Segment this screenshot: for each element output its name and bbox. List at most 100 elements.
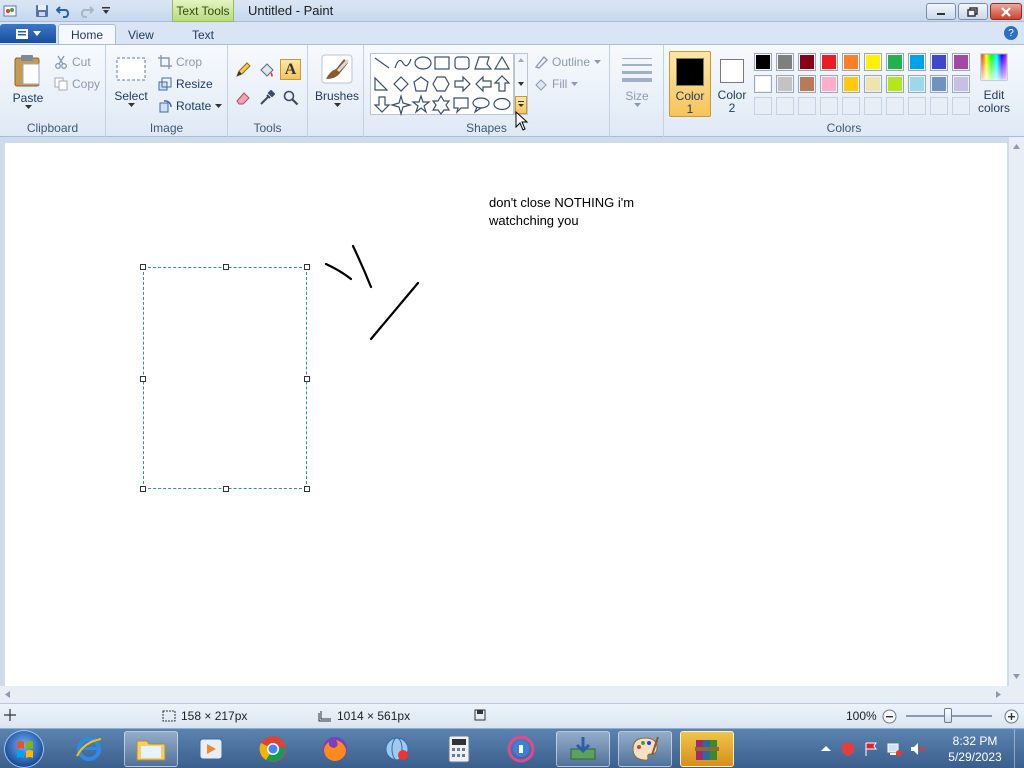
custom-color-swatch[interactable]	[842, 97, 860, 115]
color-swatch[interactable]	[952, 75, 970, 93]
scroll-up-icon[interactable]	[1013, 144, 1020, 149]
save-icon[interactable]	[34, 3, 50, 19]
crop-button[interactable]: Crop	[158, 53, 202, 71]
select-button[interactable]: Select	[112, 55, 150, 108]
undo-icon[interactable]	[56, 3, 72, 19]
tab-view[interactable]: View	[116, 24, 166, 45]
custom-color-swatch[interactable]	[820, 97, 838, 115]
color1-button[interactable]: Color 1	[669, 51, 711, 117]
color-swatch[interactable]	[842, 75, 860, 93]
taskbar-calculator[interactable]	[432, 731, 486, 767]
system-clock[interactable]: 8:32 PM 5/29/2023	[940, 733, 1010, 765]
resize-handle[interactable]	[140, 264, 146, 270]
restore-button[interactable]	[958, 3, 988, 20]
six-point-star-shape-icon[interactable]	[431, 94, 451, 115]
polygon-shape-icon[interactable]	[474, 56, 493, 70]
custom-color-swatch[interactable]	[864, 97, 882, 115]
custom-color-swatch[interactable]	[930, 97, 948, 115]
tab-home[interactable]: Home	[58, 24, 117, 45]
scroll-right-icon[interactable]	[996, 691, 1001, 698]
taskbar-media-player[interactable]	[184, 731, 238, 767]
rounded-rectangle-shape-icon[interactable]	[454, 56, 470, 70]
down-arrow-shape-icon[interactable]	[373, 96, 391, 113]
brushes-button[interactable]: Brushes	[314, 53, 360, 108]
custom-color-swatch[interactable]	[798, 97, 816, 115]
hexagon-shape-icon[interactable]	[432, 76, 450, 92]
up-arrow-shape-icon[interactable]	[493, 75, 511, 92]
text-tool[interactable]: A	[280, 59, 301, 80]
color-swatch[interactable]	[798, 53, 816, 71]
zoom-slider[interactable]	[906, 708, 992, 723]
curve-shape-icon[interactable]	[394, 58, 412, 69]
resize-handle[interactable]	[304, 264, 310, 270]
taskbar-internet-explorer[interactable]	[62, 731, 116, 767]
taskbar-chrome[interactable]	[246, 731, 300, 767]
scroll-down-icon[interactable]	[518, 82, 524, 86]
right-arrow-shape-icon[interactable]	[454, 75, 471, 93]
five-point-star-shape-icon[interactable]	[411, 94, 431, 114]
triangle-shape-icon[interactable]	[493, 55, 511, 70]
pentagon-shape-icon[interactable]	[413, 76, 429, 92]
taskbar-paint[interactable]	[618, 731, 672, 767]
color-swatch[interactable]	[886, 53, 904, 71]
show-hidden-icons-button[interactable]	[820, 743, 832, 755]
zoom-slider-thumb[interactable]	[944, 708, 952, 723]
tab-text[interactable]: Text	[180, 24, 226, 45]
color-swatch[interactable]	[908, 75, 926, 93]
eraser-tool[interactable]	[232, 87, 253, 108]
taskbar-firefox[interactable]	[308, 731, 362, 767]
color-swatch[interactable]	[886, 75, 904, 93]
vertical-scrollbar[interactable]	[1009, 137, 1024, 686]
paste-button[interactable]: Paste	[8, 53, 48, 110]
copy-button[interactable]: Copy	[54, 75, 100, 93]
custom-color-swatch[interactable]	[886, 97, 904, 115]
text-tools-context-tab[interactable]: Text Tools	[172, 0, 234, 22]
resize-handle[interactable]	[304, 376, 310, 382]
fill-button[interactable]: Fill	[534, 75, 579, 93]
fill-tool[interactable]	[256, 59, 277, 80]
close-button[interactable]	[990, 3, 1022, 20]
shapes-gallery-scroll[interactable]	[514, 53, 528, 115]
minimize-button[interactable]	[926, 3, 956, 20]
resize-button[interactable]: Resize	[158, 75, 213, 93]
taskbar-downloads[interactable]	[556, 731, 610, 767]
color2-button[interactable]: Color 2	[714, 51, 750, 117]
cut-button[interactable]: Cut	[54, 53, 91, 71]
custom-color-swatch[interactable]	[952, 97, 970, 115]
rectangle-shape-icon[interactable]	[434, 56, 450, 70]
paint-menu-button[interactable]	[0, 24, 56, 43]
resize-handle[interactable]	[140, 486, 146, 492]
cloud-callout-shape-icon[interactable]	[493, 97, 511, 111]
color-swatch[interactable]	[776, 53, 794, 71]
scroll-left-icon[interactable]	[5, 691, 10, 698]
help-icon[interactable]: ?	[1004, 26, 1018, 40]
pencil-tool[interactable]	[232, 59, 253, 80]
action-center-flag-icon[interactable]	[863, 741, 879, 757]
customize-quick-access-icon[interactable]	[98, 3, 114, 19]
start-button[interactable]	[4, 730, 44, 768]
oval-callout-shape-icon[interactable]	[472, 97, 490, 114]
custom-color-swatch[interactable]	[908, 97, 926, 115]
color-swatch[interactable]	[930, 53, 948, 71]
taskbar-security-app[interactable]	[494, 731, 548, 767]
resize-handle[interactable]	[304, 486, 310, 492]
color-swatch[interactable]	[864, 75, 882, 93]
color-swatch[interactable]	[776, 75, 794, 93]
redo-icon[interactable]	[78, 3, 94, 19]
right-triangle-shape-icon[interactable]	[374, 76, 389, 91]
color-swatch[interactable]	[864, 53, 882, 71]
color-swatch[interactable]	[930, 75, 948, 93]
taskbar-winrar[interactable]	[680, 731, 734, 767]
resize-handle[interactable]	[140, 376, 146, 382]
taskbar-network-app[interactable]	[370, 731, 424, 767]
oval-shape-icon[interactable]	[414, 56, 432, 70]
color-swatch[interactable]	[820, 53, 838, 71]
resize-handle[interactable]	[223, 264, 229, 270]
color-swatch[interactable]	[842, 53, 860, 71]
color-swatch[interactable]	[798, 75, 816, 93]
line-shape-icon[interactable]	[374, 57, 390, 69]
zoom-in-button[interactable]	[1004, 709, 1019, 724]
color-swatch[interactable]	[952, 53, 970, 71]
horizontal-scrollbar[interactable]	[0, 686, 1024, 703]
taskbar-file-explorer[interactable]	[124, 731, 178, 767]
